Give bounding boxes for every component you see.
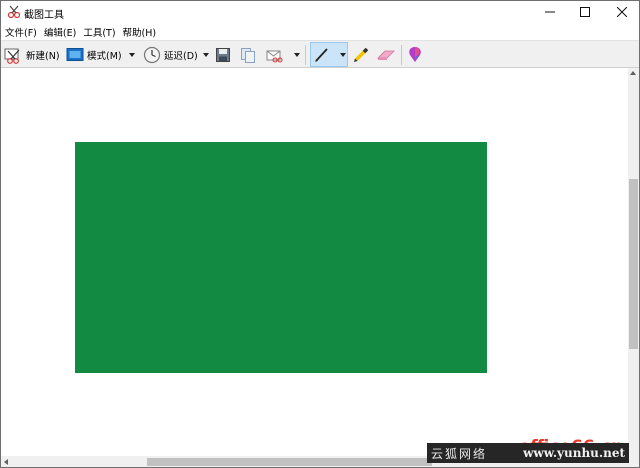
snipping-tool-app-icon bbox=[7, 5, 21, 19]
send-snip-button[interactable] bbox=[265, 43, 285, 67]
copy-button[interactable] bbox=[240, 43, 256, 67]
pen-icon bbox=[315, 48, 328, 62]
copy-icon bbox=[241, 47, 255, 63]
save-icon bbox=[216, 48, 230, 62]
new-snip-button[interactable]: 新建(N) bbox=[4, 43, 60, 67]
eraser-button[interactable] bbox=[376, 43, 396, 67]
scroll-up-arrow-icon[interactable] bbox=[630, 71, 636, 75]
toolbar-divider bbox=[401, 45, 402, 65]
scroll-left-arrow-icon[interactable] bbox=[4, 459, 8, 465]
menu-bar: 文件(F) 编辑(E) 工具(T) 帮助(H) bbox=[1, 23, 639, 40]
maximize-icon bbox=[580, 7, 590, 17]
menu-help[interactable]: 帮助(H) bbox=[123, 25, 157, 39]
watermark-left-text: 云狐网络 bbox=[431, 446, 488, 461]
save-button[interactable] bbox=[215, 43, 231, 67]
watermark-right-text: www.yunhu.net bbox=[523, 446, 625, 460]
pen-dropdown-arrow-icon[interactable] bbox=[340, 53, 346, 57]
close-button[interactable] bbox=[602, 1, 639, 23]
vertical-scrollbar[interactable] bbox=[628, 68, 639, 456]
paint3d-icon bbox=[409, 47, 421, 62]
horizontal-scroll-thumb[interactable] bbox=[147, 458, 432, 466]
title-bar: 截图工具 bbox=[1, 1, 639, 23]
minimize-icon bbox=[545, 11, 555, 13]
clock-icon bbox=[143, 46, 161, 64]
mode-button[interactable]: 模式(M) bbox=[66, 43, 122, 67]
watermark-banner: 云狐网络 www.yunhu.net bbox=[427, 443, 629, 463]
toolbar-divider bbox=[305, 45, 306, 65]
minimize-button[interactable] bbox=[530, 1, 570, 23]
mode-label: 模式(M) bbox=[87, 51, 122, 62]
mode-dropdown-arrow-icon[interactable] bbox=[129, 53, 135, 57]
menu-tools[interactable]: 工具(T) bbox=[83, 25, 115, 39]
delay-dropdown-arrow-icon[interactable] bbox=[203, 53, 209, 57]
maximize-button[interactable] bbox=[565, 1, 605, 23]
close-icon bbox=[617, 7, 627, 17]
eraser-icon bbox=[377, 50, 395, 60]
menu-file[interactable]: 文件(F) bbox=[5, 25, 37, 39]
snip-canvas[interactable] bbox=[1, 68, 628, 456]
window-title: 截图工具 bbox=[24, 10, 64, 21]
mode-icon bbox=[66, 48, 84, 61]
highlighter-button[interactable] bbox=[352, 43, 370, 67]
paint3d-button[interactable] bbox=[407, 43, 423, 67]
snipping-tool-window: 截图工具 文件(F) 编辑(E) 工具(T) 帮助(H) 新建(N) 模式(M)… bbox=[0, 0, 640, 468]
vertical-scroll-thumb[interactable] bbox=[629, 179, 638, 349]
delay-button[interactable]: 延迟(D) bbox=[143, 43, 198, 67]
pen-button[interactable] bbox=[313, 43, 331, 67]
toolbar: 新建(N) 模式(M) 延迟(D) bbox=[1, 40, 639, 68]
send-dropdown-arrow-icon[interactable] bbox=[294, 53, 300, 57]
highlighter-icon bbox=[354, 47, 369, 62]
delay-label: 延迟(D) bbox=[164, 51, 198, 62]
send-email-icon bbox=[266, 50, 283, 63]
snip-new-icon bbox=[4, 48, 20, 64]
menu-edit[interactable]: 编辑(E) bbox=[44, 25, 76, 39]
new-snip-label: 新建(N) bbox=[26, 51, 60, 62]
captured-snip-image bbox=[75, 142, 487, 373]
